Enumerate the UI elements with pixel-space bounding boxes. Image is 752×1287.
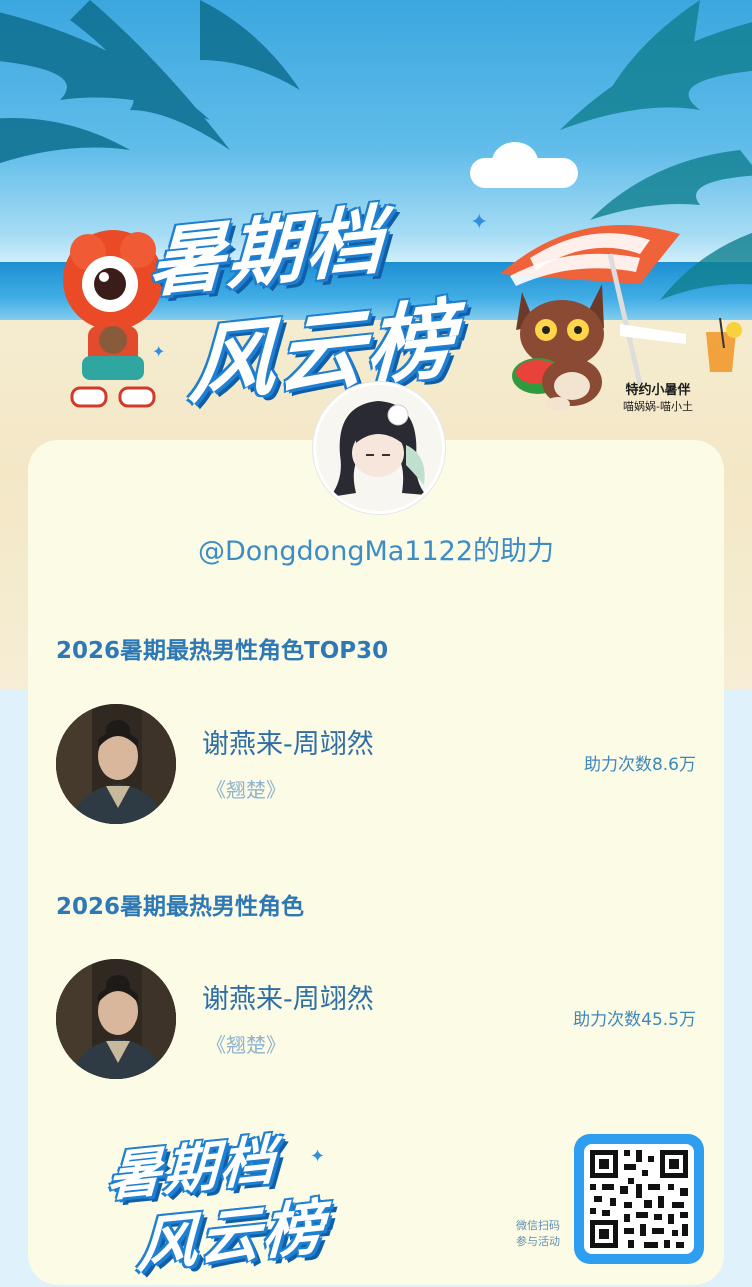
qr-caption: 微信扫码 参与活动 — [498, 1218, 578, 1250]
actor-portrait-icon — [56, 704, 176, 824]
section-title: 2026暑期最热男性角色 — [56, 894, 305, 920]
footer-logo-line2: 风云榜 — [135, 1192, 326, 1282]
qr-code[interactable] — [574, 1134, 704, 1264]
sponsor-title: 特约小暑伴 — [625, 383, 691, 398]
character-name: 谢燕来-周翊然 — [202, 729, 374, 760]
sponsor-label: 特约小暑伴 喵娲娲-喵小土 — [608, 382, 708, 414]
banner-title: 暑期档 风云榜 — [138, 186, 518, 416]
qr-caption-line1: 微信扫码 — [516, 1219, 560, 1232]
character-photo — [56, 704, 176, 824]
support-count: 助力次数45.5万 — [573, 1010, 696, 1030]
character-name: 谢燕来-周翊然 — [202, 984, 374, 1015]
sparkle-icon: ✦ — [310, 1146, 326, 1167]
drama-title: 《翘楚》 — [206, 778, 286, 802]
user-handle: @DongdongMa1122的助力 — [197, 536, 555, 567]
user-avatar[interactable] — [313, 382, 445, 514]
support-count: 助力次数8.6万 — [583, 755, 696, 775]
qr-code-area — [584, 1144, 694, 1254]
section-title: 2026暑期最热男性角色TOP30 — [56, 638, 389, 664]
list-item[interactable]: 谢燕来-周翊然 《翘楚》 助力次数45.5万 — [56, 959, 696, 1083]
cat-mascot-icon — [512, 284, 604, 411]
list-item[interactable]: 谢燕来-周翊然 《翘楚》 助力次数8.6万 — [56, 704, 696, 828]
sparkle-icon: ✦ — [152, 342, 166, 361]
character-photo — [56, 959, 176, 1079]
sparkle-icon: ✦ — [470, 210, 489, 235]
qr-code-icon — [590, 1150, 688, 1248]
drama-title: 《翘楚》 — [206, 1033, 286, 1057]
cold-drink-icon — [706, 318, 742, 372]
anime-girl-avatar-icon — [316, 385, 442, 511]
actor-portrait-icon — [56, 959, 176, 1079]
sponsor-names: 喵娲娲-喵小土 — [623, 400, 693, 413]
qr-caption-line2: 参与活动 — [516, 1235, 560, 1248]
